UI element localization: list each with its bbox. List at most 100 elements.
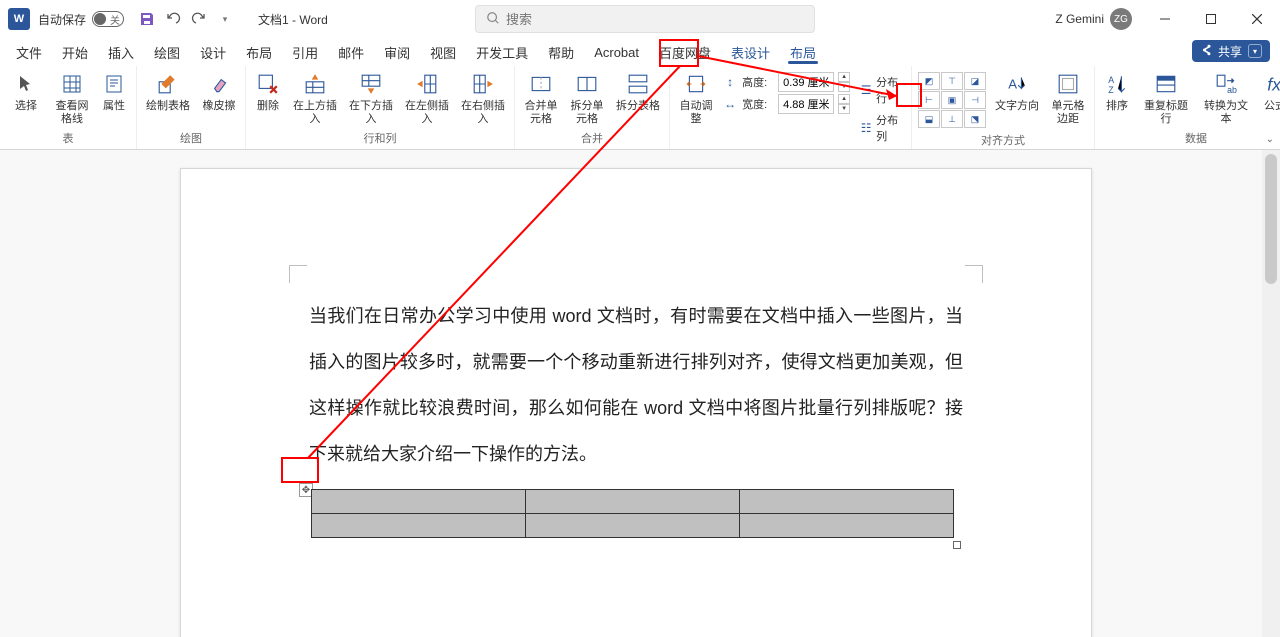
height-spinner[interactable]: ▲▼ bbox=[838, 72, 850, 92]
align-bottom-left[interactable]: ⬓ bbox=[918, 110, 940, 128]
tab-mailings[interactable]: 邮件 bbox=[328, 38, 374, 66]
close-button[interactable] bbox=[1234, 0, 1280, 38]
redo-icon[interactable] bbox=[186, 6, 212, 32]
group-rowscols: 删除 在上方插入 在下方插入 在左侧插入 在右侧插入 行和列 bbox=[246, 66, 515, 149]
svg-text:abc: abc bbox=[1227, 85, 1237, 95]
formula-button[interactable]: fx 公式 bbox=[1257, 68, 1280, 115]
sort-button[interactable]: AZ 排序 bbox=[1099, 68, 1135, 115]
split-cells-button[interactable]: 拆分单元格 bbox=[565, 68, 609, 128]
height-input[interactable] bbox=[778, 72, 834, 92]
distribute-rows-button[interactable]: ☰ 分布行 bbox=[856, 72, 905, 108]
tab-insert[interactable]: 插入 bbox=[98, 38, 144, 66]
avatar[interactable]: ZG bbox=[1110, 8, 1132, 30]
eraser-button[interactable]: 橡皮擦 bbox=[197, 68, 241, 115]
align-top-right[interactable]: ◪ bbox=[964, 72, 986, 90]
autosave-label: 自动保存 bbox=[38, 11, 86, 28]
undo-icon[interactable] bbox=[160, 6, 186, 32]
document-table[interactable] bbox=[311, 489, 954, 538]
tab-file[interactable]: 文件 bbox=[6, 38, 52, 66]
tab-help[interactable]: 帮助 bbox=[538, 38, 584, 66]
vertical-scrollbar[interactable] bbox=[1262, 150, 1280, 637]
group-table: 选择 查看网格线 属性 表 bbox=[0, 66, 137, 149]
autofit-button[interactable]: 自动调整 bbox=[674, 68, 718, 128]
body-paragraph[interactable]: 当我们在日常办公学习中使用 word 文档时，有时需要在文档中插入一些图片，当插… bbox=[309, 293, 963, 477]
group-rowscols-label: 行和列 bbox=[250, 130, 510, 149]
insert-right-icon bbox=[469, 70, 497, 98]
group-data-label: 数据 bbox=[1099, 130, 1280, 149]
tab-baidu[interactable]: 百度网盘 bbox=[649, 38, 721, 66]
properties-button[interactable]: 属性 bbox=[96, 68, 132, 115]
height-label: 高度: bbox=[742, 74, 774, 90]
tab-layout[interactable]: 布局 bbox=[236, 38, 282, 66]
insert-right-button[interactable]: 在右侧插入 bbox=[456, 68, 510, 128]
align-top-center[interactable]: ⊤ bbox=[941, 72, 963, 90]
convert-text-button[interactable]: abc 转换为文本 bbox=[1197, 68, 1255, 128]
tab-table-layout[interactable]: 布局 bbox=[780, 38, 826, 66]
collapse-ribbon-icon[interactable]: ⌄ bbox=[1266, 134, 1274, 145]
group-merge: 合并单元格 拆分单元格 拆分表格 合并 bbox=[515, 66, 670, 149]
alignment-grid: ◩ ⊤ ◪ ⊢ ▣ ⊣ ⬓ ⊥ ⬔ bbox=[916, 68, 988, 132]
table-row[interactable] bbox=[312, 490, 954, 514]
align-top-left[interactable]: ◩ bbox=[918, 72, 940, 90]
repeat-header-button[interactable]: 重复标题行 bbox=[1137, 68, 1195, 128]
scroll-thumb[interactable] bbox=[1265, 154, 1277, 284]
insert-above-button[interactable]: 在上方插入 bbox=[288, 68, 342, 128]
tab-references[interactable]: 引用 bbox=[282, 38, 328, 66]
tab-table-design[interactable]: 表设计 bbox=[721, 38, 780, 66]
ribbon: 选择 查看网格线 属性 表 绘制表格 橡皮擦 绘图 bbox=[0, 66, 1280, 150]
align-middle-left[interactable]: ⊢ bbox=[918, 91, 940, 109]
maximize-button[interactable] bbox=[1188, 0, 1234, 38]
search-input[interactable] bbox=[506, 12, 804, 27]
autofit-icon bbox=[682, 70, 710, 98]
distribute-cols-button[interactable]: ☷ 分布列 bbox=[856, 110, 905, 146]
share-button[interactable]: 共享 ▾ bbox=[1192, 40, 1270, 62]
align-middle-center[interactable]: ▣ bbox=[941, 91, 963, 109]
gridlines-button[interactable]: 查看网格线 bbox=[50, 68, 94, 128]
toggle-switch[interactable]: 关 bbox=[92, 11, 124, 27]
align-bottom-right[interactable]: ⬔ bbox=[964, 110, 986, 128]
cell-margins-button[interactable]: 单元格边距 bbox=[1046, 68, 1090, 128]
svg-text:A: A bbox=[1008, 76, 1017, 91]
draw-table-button[interactable]: 绘制表格 bbox=[141, 68, 195, 115]
page[interactable]: 当我们在日常办公学习中使用 word 文档时，有时需要在文档中插入一些图片，当插… bbox=[180, 168, 1092, 637]
tab-draw[interactable]: 绘图 bbox=[144, 38, 190, 66]
group-table-label: 表 bbox=[4, 130, 132, 149]
margin-mark-tr bbox=[965, 265, 983, 283]
minimize-button[interactable] bbox=[1142, 0, 1188, 38]
tab-review[interactable]: 审阅 bbox=[374, 38, 420, 66]
toggle-state: 关 bbox=[110, 12, 120, 27]
user-name[interactable]: Z Gemini bbox=[1055, 12, 1104, 26]
width-spinner[interactable]: ▲▼ bbox=[838, 94, 850, 114]
insert-below-button[interactable]: 在下方插入 bbox=[344, 68, 398, 128]
search-box[interactable] bbox=[475, 5, 815, 33]
insert-left-button[interactable]: 在左侧插入 bbox=[400, 68, 454, 128]
tab-developer[interactable]: 开发工具 bbox=[466, 38, 538, 66]
table-resize-handle[interactable] bbox=[953, 541, 961, 549]
qa-customize-icon[interactable]: ▾ bbox=[212, 6, 238, 32]
repeat-header-icon bbox=[1152, 70, 1180, 98]
properties-icon bbox=[100, 70, 128, 98]
insert-below-icon bbox=[357, 70, 385, 98]
tab-design[interactable]: 设计 bbox=[190, 38, 236, 66]
share-dropdown-icon[interactable]: ▾ bbox=[1248, 44, 1262, 58]
align-bottom-center[interactable]: ⊥ bbox=[941, 110, 963, 128]
text-direction-button[interactable]: A 文字方向 bbox=[990, 68, 1044, 115]
delete-button[interactable]: 删除 bbox=[250, 68, 286, 115]
cursor-icon bbox=[12, 70, 40, 98]
save-icon[interactable] bbox=[134, 6, 160, 32]
group-draw-label: 绘图 bbox=[141, 130, 241, 149]
word-app-icon: W bbox=[8, 8, 30, 30]
split-table-button[interactable]: 拆分表格 bbox=[611, 68, 665, 115]
document-area[interactable]: 当我们在日常办公学习中使用 word 文档时，有时需要在文档中插入一些图片，当插… bbox=[0, 150, 1262, 637]
table-row[interactable] bbox=[312, 514, 954, 538]
autosave-toggle[interactable]: 自动保存 关 bbox=[38, 11, 124, 28]
align-middle-right[interactable]: ⊣ bbox=[964, 91, 986, 109]
tab-view[interactable]: 视图 bbox=[420, 38, 466, 66]
tab-home[interactable]: 开始 bbox=[52, 38, 98, 66]
width-input[interactable] bbox=[778, 94, 834, 114]
group-merge-label: 合并 bbox=[519, 130, 665, 149]
split-cells-icon bbox=[573, 70, 601, 98]
tab-acrobat[interactable]: Acrobat bbox=[584, 38, 649, 66]
merge-cells-button[interactable]: 合并单元格 bbox=[519, 68, 563, 128]
select-button[interactable]: 选择 bbox=[4, 68, 48, 115]
